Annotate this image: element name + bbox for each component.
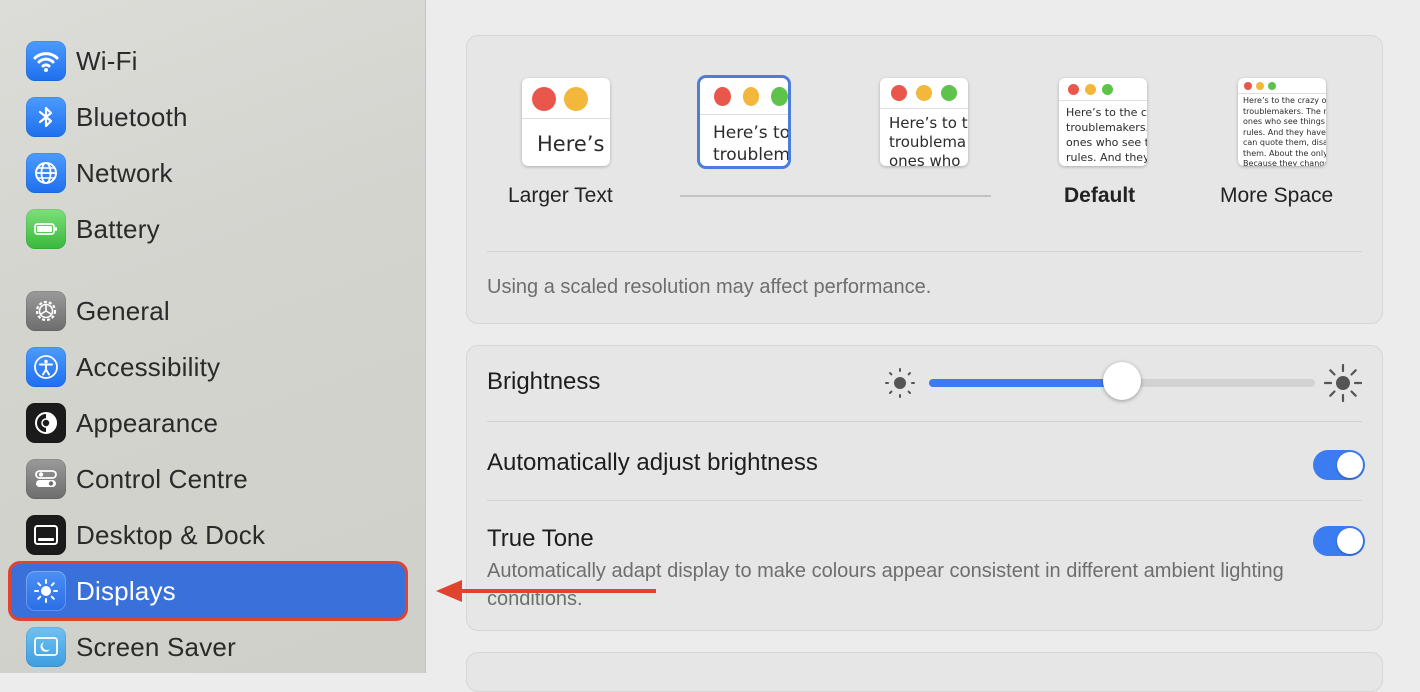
minimize-dot bbox=[742, 87, 760, 106]
sidebar-item-displays[interactable]: Displays bbox=[8, 561, 408, 621]
sidebar-item-battery[interactable]: Battery bbox=[10, 201, 406, 257]
zoom-dot bbox=[771, 87, 788, 106]
true-tone-toggle[interactable] bbox=[1313, 526, 1365, 556]
resolution-preview-text: Here’s to troublem bbox=[713, 123, 788, 165]
resolution-option-larger-text[interactable]: Here’s bbox=[522, 78, 610, 166]
sidebar-item-label: Wi-Fi bbox=[76, 45, 138, 76]
resolution-label: Larger Text bbox=[508, 184, 613, 207]
sidebar-item-label: Displays bbox=[76, 575, 176, 606]
true-tone-label: True Tone bbox=[487, 525, 594, 552]
auto-brightness-toggle[interactable] bbox=[1313, 450, 1365, 480]
sidebar-item-label: Accessibility bbox=[76, 351, 221, 382]
resolution-slider-track[interactable] bbox=[680, 195, 991, 197]
auto-brightness-label: Automatically adjust brightness bbox=[487, 449, 818, 476]
sun-small-icon bbox=[885, 368, 915, 398]
resolution-preview-text: Here’s to t troublema ones who bbox=[889, 114, 968, 166]
screen-saver-icon bbox=[26, 627, 66, 667]
sidebar-item-desktop-dock[interactable]: Desktop & Dock bbox=[10, 507, 406, 563]
resolution-option-more-space[interactable]: Here’s to the crazy one troublemakers. T… bbox=[1238, 78, 1326, 166]
toggle-knob bbox=[1337, 528, 1363, 554]
zoom-dot bbox=[941, 85, 957, 101]
sun-icon bbox=[26, 571, 66, 611]
sidebar-item-label: Appearance bbox=[76, 407, 219, 438]
resolution-card: Here’s Larger Text Here’s to troublem He… bbox=[466, 35, 1383, 324]
divider bbox=[487, 251, 1362, 252]
sidebar-item-label: Control Centre bbox=[76, 463, 248, 494]
resolution-option-default[interactable]: Here’s to the cr troublemakers. ones who… bbox=[1059, 78, 1147, 166]
control-centre-icon bbox=[26, 459, 66, 499]
resolution-label-default: Default bbox=[1064, 184, 1136, 207]
resolution-label-more-space: More Space bbox=[1220, 184, 1334, 207]
next-settings-card bbox=[466, 652, 1383, 692]
divider bbox=[487, 500, 1362, 501]
resolution-option-3[interactable]: Here’s to t troublema ones who bbox=[880, 78, 968, 166]
sidebar-item-bluetooth[interactable]: Bluetooth bbox=[10, 89, 406, 145]
globe-icon bbox=[26, 153, 66, 193]
sidebar-item-label: Bluetooth bbox=[76, 101, 188, 132]
close-dot bbox=[1068, 84, 1079, 95]
brightness-slider-knob[interactable] bbox=[1103, 362, 1141, 400]
appearance-icon bbox=[26, 403, 66, 443]
close-dot bbox=[532, 87, 556, 111]
desktop-dock-icon bbox=[26, 515, 66, 555]
close-dot bbox=[891, 85, 907, 101]
sidebar-item-label: Screen Saver bbox=[76, 631, 236, 662]
zoom-dot bbox=[1268, 82, 1276, 90]
minimize-dot bbox=[564, 87, 588, 111]
sidebar-item-label: Desktop & Dock bbox=[76, 519, 266, 550]
gear-icon bbox=[26, 291, 66, 331]
bluetooth-icon bbox=[26, 97, 66, 137]
close-dot bbox=[714, 87, 731, 106]
divider bbox=[487, 421, 1362, 422]
sidebar: Wi-Fi Bluetooth Network Battery General … bbox=[0, 0, 426, 673]
resolution-preview-text: Here’s bbox=[537, 132, 605, 156]
close-dot bbox=[1244, 82, 1252, 90]
battery-icon bbox=[26, 209, 66, 249]
sidebar-item-appearance[interactable]: Appearance bbox=[10, 395, 406, 451]
sidebar-item-label: General bbox=[76, 295, 170, 326]
resolution-option-2[interactable]: Here’s to troublem bbox=[700, 78, 788, 166]
minimize-dot bbox=[1256, 82, 1264, 90]
resolution-preview-text: Here’s to the cr troublemakers. ones who… bbox=[1066, 106, 1147, 164]
sidebar-item-screen-saver[interactable]: Screen Saver bbox=[10, 619, 406, 675]
performance-note: Using a scaled resolution may affect per… bbox=[487, 276, 932, 298]
minimize-dot bbox=[916, 85, 932, 101]
resolution-preview-text: Here’s to the crazy one troublemakers. T… bbox=[1243, 96, 1326, 166]
minimize-dot bbox=[1085, 84, 1096, 95]
brightness-label: Brightness bbox=[487, 368, 601, 395]
sidebar-item-wifi[interactable]: Wi-Fi bbox=[10, 33, 406, 89]
sidebar-item-accessibility[interactable]: Accessibility bbox=[10, 339, 406, 395]
annotation-arrow-icon bbox=[436, 580, 656, 602]
sidebar-item-general[interactable]: General bbox=[10, 283, 406, 339]
sidebar-item-label: Battery bbox=[76, 213, 160, 244]
sidebar-item-control-centre[interactable]: Control Centre bbox=[10, 451, 406, 507]
accessibility-icon bbox=[26, 347, 66, 387]
sidebar-item-label: Network bbox=[76, 157, 173, 188]
sun-large-icon bbox=[1323, 363, 1363, 403]
sidebar-item-network[interactable]: Network bbox=[10, 145, 406, 201]
toggle-knob bbox=[1337, 452, 1363, 478]
wifi-icon bbox=[26, 41, 66, 81]
zoom-dot bbox=[1102, 84, 1113, 95]
brightness-slider-fill bbox=[929, 379, 1122, 387]
